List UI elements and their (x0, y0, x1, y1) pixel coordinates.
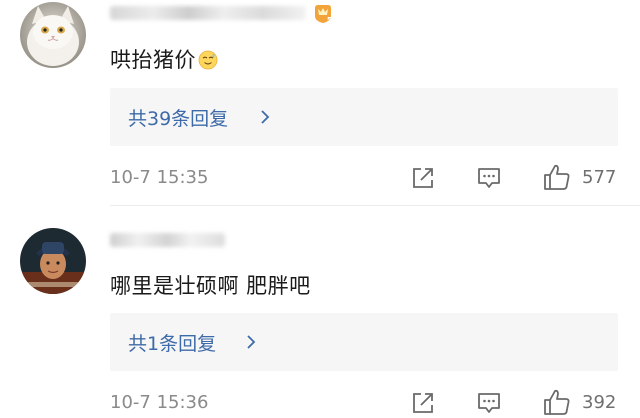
thumbs-up-icon[interactable] (542, 162, 572, 192)
username-redacted[interactable] (110, 233, 225, 247)
like-count: 577 (582, 167, 617, 188)
chevron-right-icon (261, 110, 270, 124)
share-icon[interactable] (410, 165, 436, 191)
comment-body: 哪里是壮硕啊 肥胖吧 (110, 274, 311, 298)
comment-item: 哪里是壮硕啊 肥胖吧 共1条回复 10-7 15:36 392 (0, 206, 640, 418)
like-count: 392 (582, 392, 617, 413)
chevron-right-icon (247, 335, 256, 349)
comment-timestamp: 10-7 15:36 (110, 392, 209, 413)
username-redacted[interactable] (110, 6, 306, 20)
level-number: 5 (327, 16, 332, 24)
sweat-smile-emoji-icon (198, 50, 218, 70)
view-replies-button[interactable]: 共1条回复 (110, 313, 618, 371)
comment-icon[interactable] (476, 390, 502, 416)
comment-actions: 10-7 15:36 392 (0, 386, 640, 418)
comment-body: 哄抬猪价 (110, 48, 196, 72)
man-in-hat-avatar-icon (20, 228, 86, 294)
reply-count-label: 共1条回复 (128, 333, 217, 355)
user-avatar[interactable] (20, 2, 86, 68)
level-badge-icon: 5 (315, 5, 332, 24)
reply-count-label: 共39条回复 (128, 108, 229, 130)
thumbs-up-icon[interactable] (542, 387, 572, 417)
comment-timestamp: 10-7 15:35 (110, 167, 209, 188)
comment-icon[interactable] (476, 165, 502, 191)
view-replies-button[interactable]: 共39条回复 (110, 88, 618, 146)
comment-item: 5 哄抬猪价 共39条回复 10-7 15:35 577 (0, 0, 640, 206)
user-avatar[interactable] (20, 228, 86, 294)
comment-actions: 10-7 15:35 577 (0, 161, 640, 195)
share-icon[interactable] (410, 390, 436, 416)
white-cat-avatar-icon (20, 2, 86, 68)
comment-text: 哪里是壮硕啊 肥胖吧 (110, 270, 311, 300)
comment-text: 哄抬猪价 (110, 44, 218, 74)
comment-list: 5 哄抬猪价 共39条回复 10-7 15:35 577 哪里是壮硕啊 肥胖吧 … (0, 0, 640, 418)
